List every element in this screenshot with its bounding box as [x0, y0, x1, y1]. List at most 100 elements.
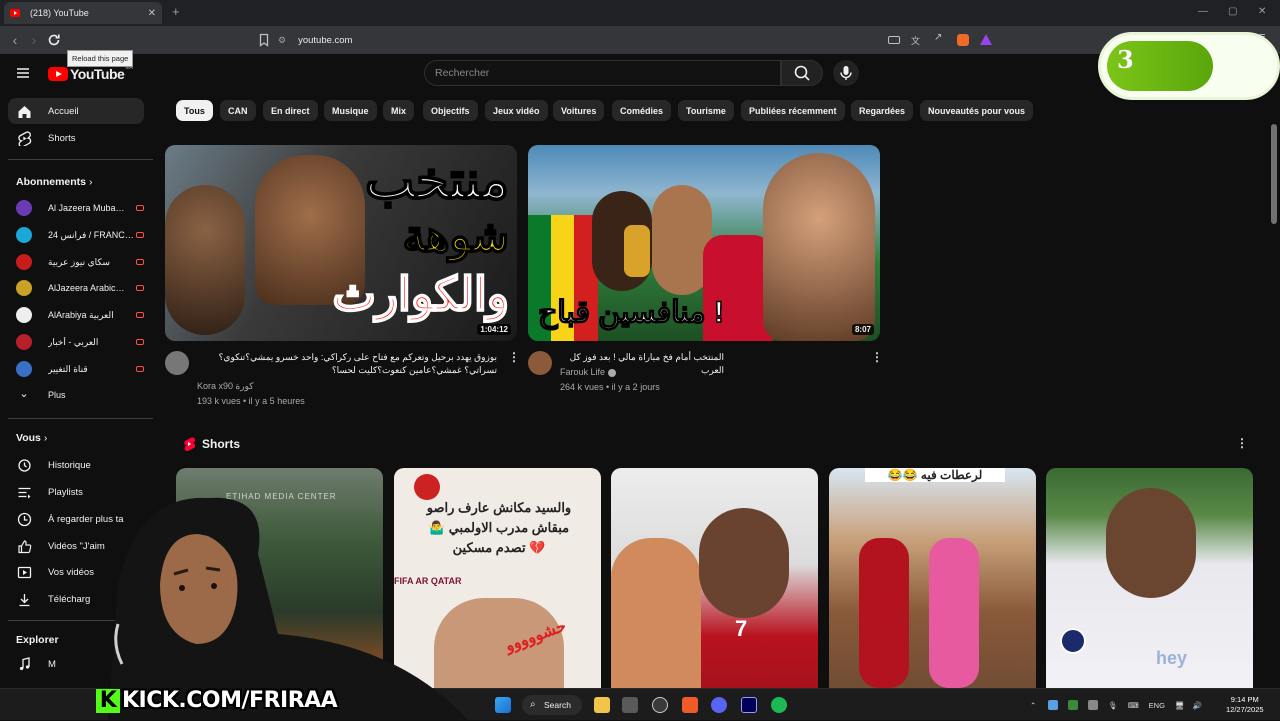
close-window-button[interactable]: ✕ [1258, 6, 1266, 17]
you-heading[interactable]: Vous › [16, 432, 47, 444]
task-manager-icon[interactable] [622, 697, 638, 713]
more-options-icon[interactable]: ⋮ [871, 350, 883, 364]
taskbar-clock[interactable]: 9:14 PM 12/27/2025 [1226, 695, 1264, 715]
shorts-more-options-icon[interactable]: ⋮ [1236, 436, 1248, 450]
back-button[interactable]: ‹ [7, 32, 23, 48]
channel-item[interactable]: Al Jazeera Muba… [16, 196, 144, 220]
chip-regardees[interactable]: Regardées [851, 100, 914, 121]
video-channel[interactable]: Farouk Life [560, 367, 616, 377]
brave-browser-icon[interactable] [682, 697, 698, 713]
brave-shield-icon[interactable] [957, 34, 969, 46]
short-thumbnail[interactable]: hey [1046, 468, 1253, 708]
video-channel[interactable]: Kora x90 كورة [197, 381, 254, 392]
chip-tourisme[interactable]: Tourisme [678, 100, 734, 121]
subscriptions-heading[interactable]: Abonnements › [16, 176, 92, 188]
chip-tous[interactable]: Tous [176, 100, 213, 121]
cast-icon[interactable] [888, 36, 900, 44]
chip-en-direct[interactable]: En direct [263, 100, 318, 121]
search-button[interactable] [781, 60, 823, 86]
maximize-button[interactable]: ▢ [1228, 6, 1237, 17]
file-explorer-icon[interactable] [594, 697, 610, 713]
chip-musique[interactable]: Musique [324, 100, 377, 121]
channel-item[interactable]: العربي - أخبار [16, 330, 144, 354]
chip-publiees-recemment[interactable]: Publiées récemment [741, 100, 845, 121]
kick-watermark: K KICK.COM/FRIRAA [96, 688, 338, 713]
forward-button[interactable]: › [26, 32, 42, 48]
chip-comedies[interactable]: Comédies [612, 100, 672, 121]
search-input[interactable]: Rechercher [424, 60, 781, 86]
thumbnail-text: شوهة [402, 211, 510, 262]
channel-name: AlArabiya العربية [48, 309, 114, 320]
youtube-logo[interactable]: YouTube MA [48, 65, 133, 82]
sidebar-divider [8, 418, 153, 419]
channel-item[interactable]: 24 فرانس / FRANC… [16, 223, 144, 247]
tray-app-icon[interactable] [1068, 700, 1079, 710]
microphone-tray-icon[interactable]: 🎙 [1108, 701, 1118, 710]
trophy-shape [624, 225, 650, 277]
channel-avatar[interactable] [165, 351, 189, 375]
new-tab-button[interactable]: + [172, 4, 180, 19]
close-tab-icon[interactable]: ✕ [148, 8, 156, 19]
chip-voitures[interactable]: Voitures [553, 100, 605, 121]
brave-rewards-icon[interactable] [980, 34, 992, 45]
channel-item[interactable]: AlArabiya العربية [16, 303, 144, 327]
short-person [859, 538, 909, 688]
video-meta: 264 k vues • il y a 2 jours [560, 382, 660, 392]
page-scrollbar[interactable] [1271, 124, 1277, 224]
site-settings-icon[interactable]: ⚙ [278, 35, 286, 46]
sidebar-item-home[interactable]: Accueil [8, 98, 144, 124]
spotify-icon[interactable] [771, 697, 787, 713]
video-icon [16, 564, 32, 580]
video-thumbnail[interactable]: منتخب شوهة والكوارث 1:04:12 [165, 145, 517, 341]
video-thumbnail[interactable]: منافسين قباح ! 8:07 [528, 145, 880, 341]
channel-name: Al Jazeera Muba… [48, 203, 125, 213]
windows-start-icon[interactable] [495, 697, 511, 713]
channel-name: العربي - أخبار [48, 336, 99, 347]
video-title[interactable]: بوزوق يهدد برحيل وتعركم مع فتاح على ركرا… [197, 351, 497, 377]
bookmark-icon[interactable] [256, 32, 272, 48]
chip-can[interactable]: CAN [220, 100, 256, 121]
tray-app-icon[interactable] [1048, 700, 1059, 710]
thumbnail-text: منافسين قباح ! [537, 295, 724, 330]
tab-title: (218) YouTube [30, 8, 89, 18]
premiere-pro-icon[interactable] [741, 697, 757, 713]
translate-icon[interactable]: 文 [911, 34, 923, 46]
share-icon[interactable]: ↗ [934, 32, 946, 44]
short-thumbnail[interactable]: 7 [611, 468, 818, 708]
keyboard-icon[interactable]: ⌨ [1128, 701, 1139, 710]
discord-icon[interactable] [711, 697, 727, 713]
short-person [611, 538, 701, 708]
channel-item[interactable]: سكاي نيوز عربية [16, 250, 144, 274]
show-more-button[interactable]: ⌄ Plus [16, 383, 144, 407]
taskbar-search[interactable]: ⌕ Search [522, 695, 582, 715]
hamburger-menu-icon[interactable] [16, 66, 30, 80]
thumbnail-text: منتخب [364, 151, 510, 211]
voice-search-button[interactable] [833, 60, 859, 86]
network-icon[interactable]: 🖥 [1175, 701, 1185, 710]
channel-item[interactable]: AlJazeera Arabic… [16, 276, 144, 300]
more-options-icon[interactable]: ⋮ [508, 350, 520, 364]
show-more-label: Plus [48, 390, 66, 400]
volume-icon[interactable]: 🔊 [1192, 701, 1201, 710]
channel-name: قناة التغيير [48, 363, 88, 374]
language-indicator[interactable]: ENG [1149, 701, 1165, 710]
chip-mix[interactable]: Mix [383, 100, 415, 121]
chip-jeux-video[interactable]: Jeux vidéo [485, 100, 548, 121]
address-toolbar: ‹ › ⚙ youtube.com 文 ↗ ✦ ≡ [0, 26, 1280, 54]
obs-icon[interactable] [652, 697, 668, 713]
sidebar-item-history[interactable]: Historique [8, 452, 144, 478]
tray-app-icon[interactable] [1088, 700, 1099, 710]
minimize-button[interactable]: — [1198, 6, 1208, 17]
url-text: youtube.com [298, 34, 353, 46]
chip-objectifs[interactable]: Objectifs [423, 100, 478, 121]
channel-avatar[interactable] [528, 351, 552, 375]
channel-item[interactable]: قناة التغيير [16, 357, 144, 381]
chip-nouveautes[interactable]: Nouveautés pour vous [920, 100, 1034, 121]
browser-tab[interactable]: (218) YouTube ✕ [4, 2, 162, 24]
reload-button[interactable] [46, 32, 62, 48]
tray-overflow-icon[interactable]: ⌃ [1030, 701, 1036, 710]
kick-url: KICK.COM/FRIRAA [122, 688, 338, 713]
sidebar-item-shorts[interactable]: Shorts [8, 125, 144, 151]
download-icon [16, 591, 32, 607]
short-thumbnail[interactable]: لرعطات فيه 😂😂 [829, 468, 1036, 708]
